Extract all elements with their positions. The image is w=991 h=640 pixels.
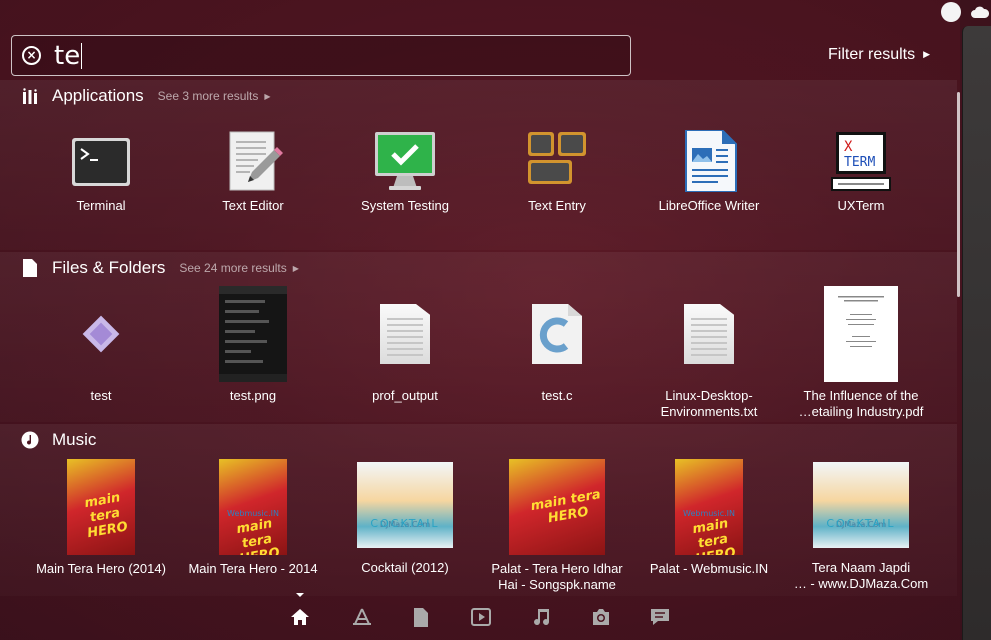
text-editor-icon [222, 130, 284, 192]
music-label: Palat - Webmusic.IN [649, 561, 769, 576]
app-tile-terminal[interactable]: Terminal [26, 130, 176, 214]
file-label-line1: The Influence of the [803, 388, 919, 403]
app-label: Terminal [76, 198, 126, 213]
music-tile-tera-naam-japdi[interactable]: DJMaza.Com COCKTAIL Tera Naam Japdi … - w… [786, 462, 936, 592]
music-section-icon [20, 430, 40, 450]
applications-header: Applications See 3 more results ▶ [20, 86, 271, 106]
music-tile-cocktail[interactable]: DJMaza.Com COCKTAIL Cocktail (2012) [330, 462, 480, 576]
music-label-line1: Tera Naam Japdi [811, 560, 911, 575]
music-label: Main Tera Hero - 2014 [188, 561, 318, 576]
files-title: Files & Folders [52, 258, 166, 277]
music-label: Main Tera Hero (2014) [36, 561, 166, 576]
app-tile-uxterm[interactable]: X TERM UXTerm [786, 130, 936, 214]
music-label-line1: Palat - Tera Hero Idhar [491, 561, 623, 576]
pdf-thumbnail [824, 286, 898, 382]
applications-see-more-label: See 3 more results [157, 89, 259, 103]
music-lens-icon[interactable] [530, 606, 552, 628]
status-indicator-icon[interactable] [941, 2, 961, 22]
album-art-cocktail: DJMaza.Com COCKTAIL [813, 462, 909, 548]
file-tile-test-png[interactable]: test.png [178, 286, 328, 404]
album-art-main-tera-hero: Webmusic.INmain tera HERO [675, 459, 743, 555]
files-section-icon [20, 258, 40, 278]
applications-see-more[interactable]: See 3 more results ▶ [158, 89, 271, 103]
app-label: UXTerm [837, 198, 885, 213]
cloud-icon[interactable] [971, 5, 989, 19]
file-tile-test-c[interactable]: test.c [482, 286, 632, 404]
filter-results-button[interactable]: Filter results ▶ [828, 46, 930, 64]
video-lens-icon[interactable] [470, 606, 492, 628]
file-label: test.c [541, 388, 573, 403]
system-testing-icon [373, 130, 437, 192]
text-file-icon [357, 286, 453, 382]
music-label-line2: … - www.DJMaza.Com [793, 576, 929, 591]
music-tile-main-tera-hero[interactable]: Webmusic.INmain tera HERO Main Tera Hero… [178, 459, 328, 577]
file-tile-prof-output[interactable]: prof_output [330, 286, 480, 404]
triangle-right-icon: ▶ [923, 49, 931, 59]
file-tile-linux-desktop-environments[interactable]: Linux-Desktop- Environments.txt [634, 286, 784, 420]
app-label: Text Entry [528, 198, 586, 213]
photos-lens-icon[interactable] [590, 606, 612, 628]
music-tile-palat-songspk[interactable]: main tera HERO Palat - Tera Hero Idhar H… [482, 459, 632, 593]
album-art-main-tera-hero: main tera HERO [509, 459, 605, 555]
file-label-line2: …etailing Industry.pdf [798, 404, 924, 419]
terminal-icon [70, 130, 132, 192]
svg-text:TERM: TERM [844, 155, 875, 170]
files-lens-icon[interactable] [410, 606, 432, 628]
launcher-edge [962, 26, 991, 640]
clear-search-icon[interactable]: × [22, 46, 41, 65]
music-title: Music [52, 430, 97, 449]
home-lens-icon[interactable] [289, 606, 311, 628]
file-tile-influence-pdf[interactable]: The Influence of the …etailing Industry.… [786, 286, 936, 420]
screenshot-thumbnail [219, 286, 287, 382]
files-header: Files & Folders See 24 more results ▶ [20, 258, 299, 278]
diamond-file-icon [53, 286, 149, 382]
file-label: test [90, 388, 112, 403]
app-label: LibreOffice Writer [658, 198, 760, 213]
app-tile-libreoffice-writer[interactable]: LibreOffice Writer [634, 129, 784, 214]
search-query-text: te [54, 41, 81, 71]
file-label: prof_output [372, 388, 438, 403]
music-label-line2: Hai - Songspk.name [498, 577, 616, 592]
music-tile-palat-webmusic[interactable]: Webmusic.INmain tera HERO Palat - Webmus… [634, 459, 784, 577]
scrollbar[interactable] [957, 92, 960, 297]
files-see-more[interactable]: See 24 more results ▶ [179, 261, 299, 275]
app-tile-system-testing[interactable]: System Testing [330, 130, 480, 214]
music-tile-main-tera-hero-2014[interactable]: main tera HERO Main Tera Hero (2014) [26, 459, 176, 577]
social-lens-icon[interactable] [649, 606, 671, 628]
file-label: test.png [229, 388, 277, 403]
album-art-main-tera-hero: main tera HERO [67, 459, 135, 555]
filter-results-label: Filter results [828, 46, 916, 63]
uxterm-icon: X TERM [830, 130, 892, 192]
applications-lens-icon[interactable] [351, 606, 373, 628]
c-source-icon [509, 286, 605, 382]
search-input[interactable]: × te [11, 35, 631, 76]
active-lens-indicator [296, 593, 304, 597]
album-art-main-tera-hero: Webmusic.INmain tera HERO [219, 459, 287, 555]
app-label: Text Editor [222, 198, 284, 213]
app-tile-text-entry[interactable]: Text Entry [482, 130, 632, 214]
music-header: Music [20, 430, 96, 450]
libreoffice-writer-icon [678, 129, 740, 193]
app-tile-text-editor[interactable]: Text Editor [178, 130, 328, 214]
app-label: System Testing [361, 198, 449, 213]
applications-section-icon [20, 86, 40, 106]
text-file-icon [661, 286, 757, 382]
album-art-cocktail: DJMaza.Com COCKTAIL [357, 462, 453, 548]
music-label: Cocktail (2012) [361, 560, 449, 575]
files-see-more-label: See 24 more results [179, 261, 287, 275]
applications-title: Applications [52, 86, 144, 105]
file-label-line2: Environments.txt [660, 404, 758, 419]
text-entry-icon [526, 130, 588, 192]
file-tile-test[interactable]: test [26, 286, 176, 404]
file-label-line1: Linux-Desktop- [665, 388, 753, 403]
svg-text:X: X [844, 139, 853, 155]
